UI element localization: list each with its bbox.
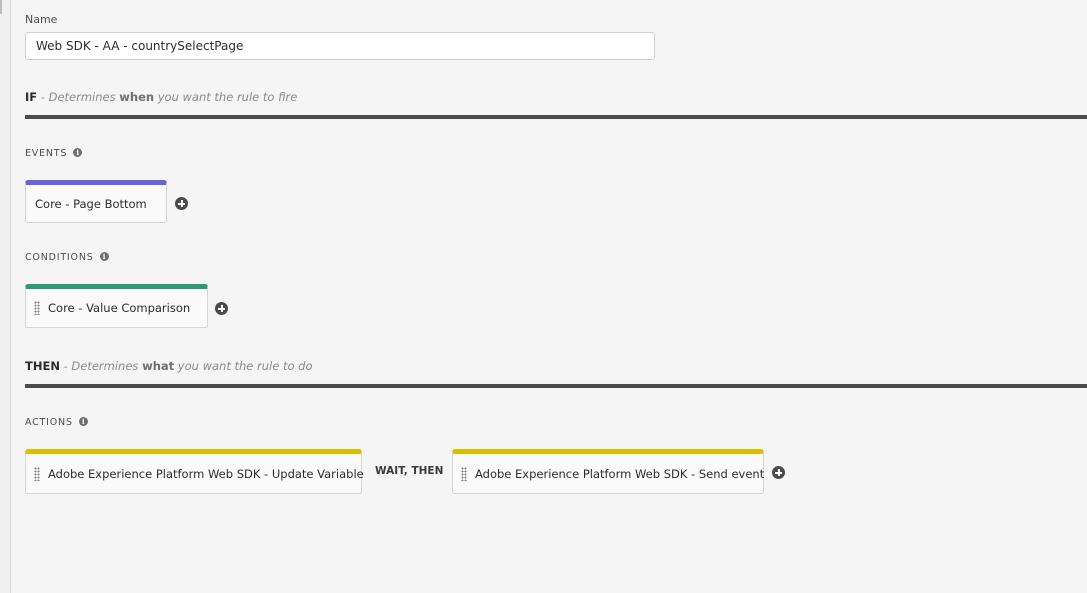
actions-label: ACTIONS <box>25 417 73 428</box>
conditions-label: CONDITIONS <box>25 252 94 263</box>
if-description-suffix: you want the rule to fire <box>154 90 298 104</box>
event-card-label: Core - Page Bottom <box>35 196 147 211</box>
name-label: Name <box>25 13 58 26</box>
events-heading: EVENTS i <box>25 148 83 159</box>
rail-marker <box>0 0 2 14</box>
drag-handle-icon[interactable] <box>34 466 40 481</box>
add-condition-plus-circle-icon[interactable] <box>215 302 228 315</box>
add-event-plus-circle-icon[interactable] <box>175 197 188 210</box>
if-keyword: IF <box>25 90 38 104</box>
conditions-heading: CONDITIONS i <box>25 252 109 263</box>
condition-card-value-comparison[interactable]: Core - Value Comparison <box>25 284 208 328</box>
events-label: EVENTS <box>25 148 68 159</box>
then-keyword: THEN <box>25 359 60 373</box>
action-card-label: Adobe Experience Platform Web SDK - Upda… <box>48 466 364 481</box>
then-description-suffix: you want the rule to do <box>174 359 313 373</box>
action-card-update-variable[interactable]: Adobe Experience Platform Web SDK - Upda… <box>25 449 364 494</box>
add-action-plus-circle-icon[interactable] <box>772 466 785 479</box>
info-icon[interactable]: i <box>73 148 83 157</box>
then-description-emphasis: what <box>142 359 175 373</box>
then-section-heading: THEN - Determines what you want the rule… <box>25 359 313 373</box>
info-icon[interactable]: i <box>78 417 88 426</box>
event-card-core-page-bottom[interactable]: Core - Page Bottom <box>25 180 167 223</box>
if-description-emphasis: when <box>119 90 155 104</box>
if-section-heading: IF - Determines when you want the rule t… <box>25 90 297 104</box>
rule-name-input[interactable] <box>25 32 655 60</box>
if-divider <box>25 115 1087 119</box>
drag-handle-icon[interactable] <box>34 301 40 315</box>
info-icon[interactable]: i <box>99 252 109 261</box>
then-description-prefix: - Determines <box>59 359 143 373</box>
left-rail <box>0 0 11 593</box>
then-divider <box>25 384 1087 388</box>
drag-handle-icon[interactable] <box>461 466 467 481</box>
condition-card-label: Core - Value Comparison <box>48 301 191 315</box>
wait-then-separator: WAIT, THEN <box>375 465 444 477</box>
actions-heading: ACTIONS i <box>25 417 88 428</box>
if-description-prefix: - Determines <box>37 90 120 104</box>
action-card-send-event[interactable]: Adobe Experience Platform Web SDK - Send… <box>452 449 764 494</box>
action-card-label: Adobe Experience Platform Web SDK - Send… <box>475 466 765 481</box>
